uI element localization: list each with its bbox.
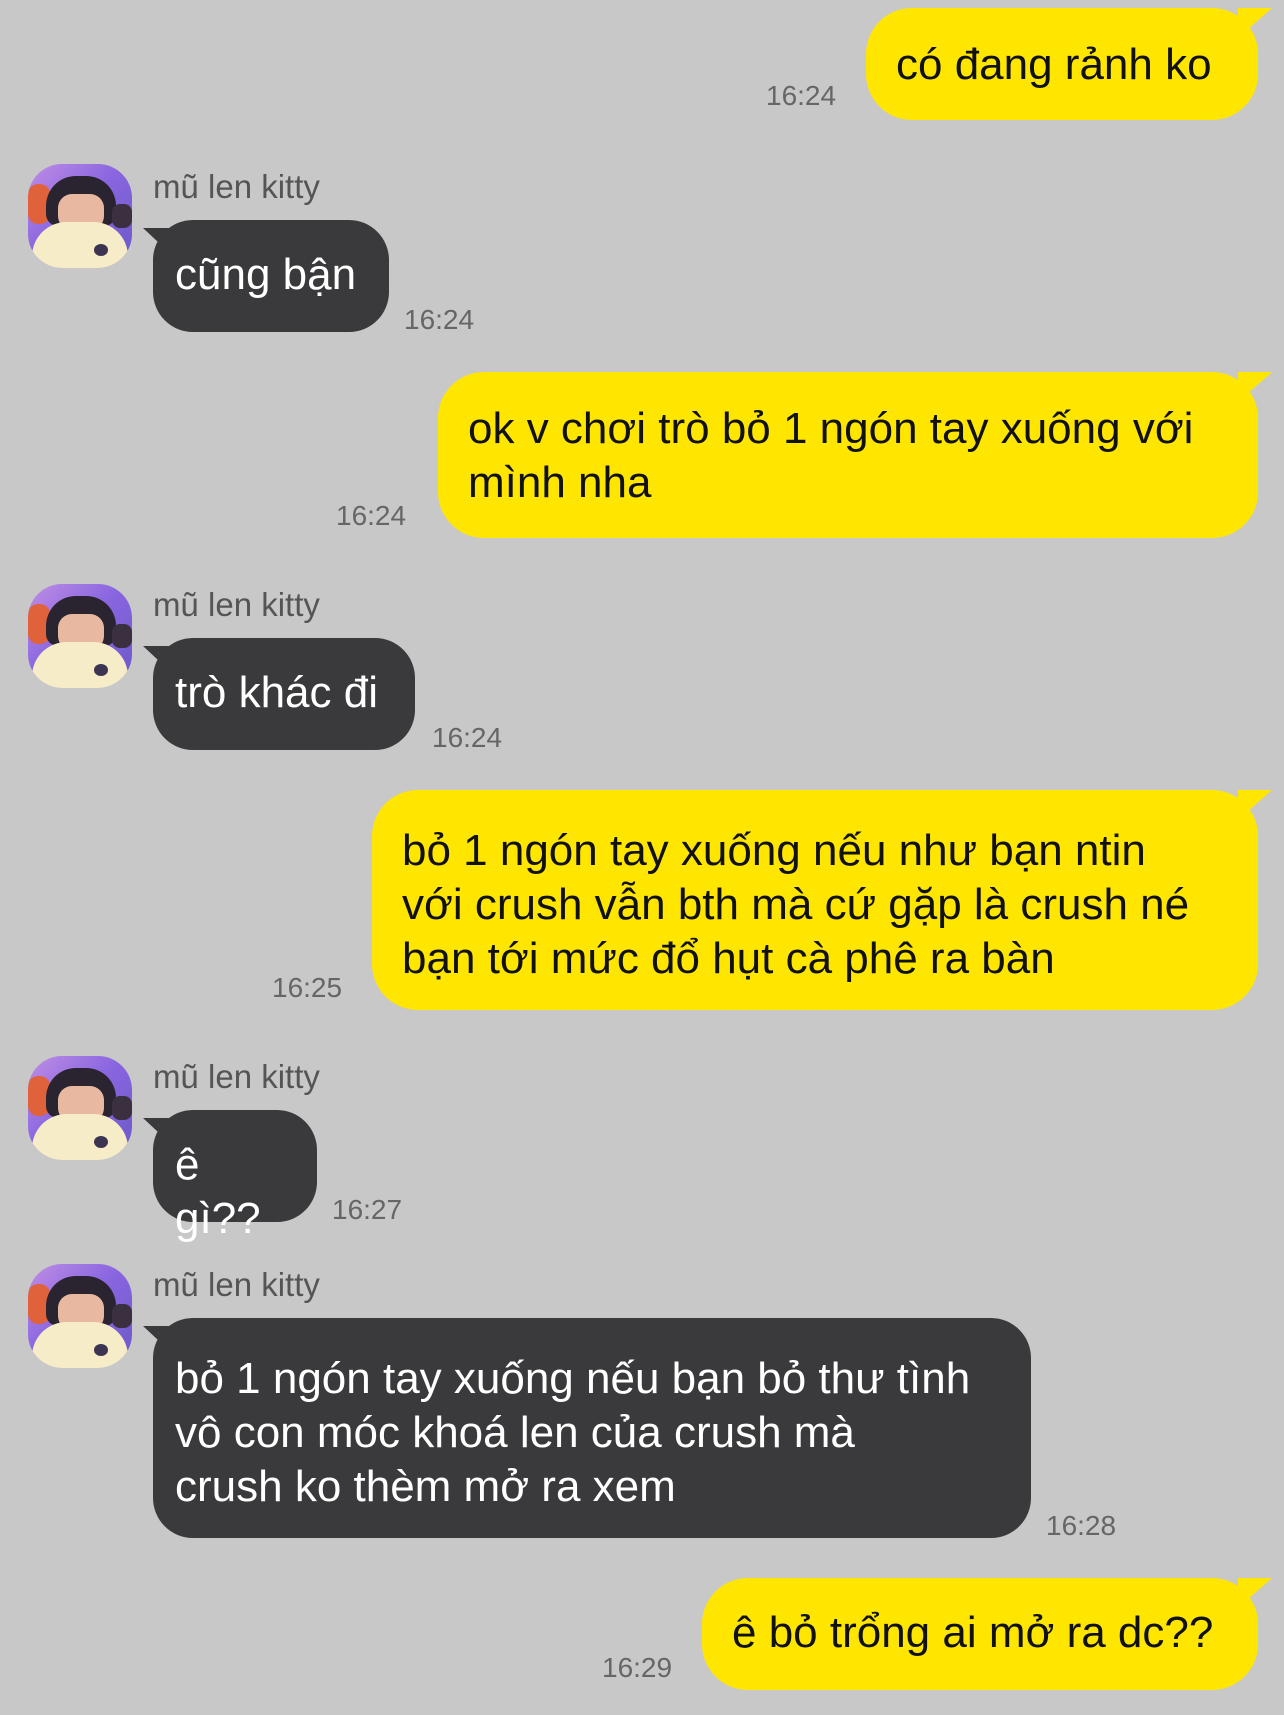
message-line: crush ko thèm mở ra xem	[175, 1462, 676, 1511]
outgoing-message-bubble[interactable]: bỏ 1 ngón tay xuống nếu như bạn ntin với…	[372, 790, 1258, 1010]
message-text: trò khác đi	[175, 668, 378, 717]
sender-name: mũ len kitty	[153, 168, 320, 205]
incoming-message-bubble[interactable]: cũng bận	[143, 220, 389, 332]
message-line: mình nha	[468, 458, 652, 507]
message-text: ê bỏ trổng ai mở ra dc??	[732, 1608, 1214, 1657]
outgoing-message-bubble[interactable]: ê bỏ trổng ai mở ra dc??	[702, 1578, 1258, 1690]
contact-avatar[interactable]	[28, 164, 132, 268]
message-line: bỏ 1 ngón tay xuống nếu như bạn ntin	[402, 826, 1146, 875]
message-text: cũng bận	[175, 250, 357, 299]
message-line: bạn tới mức đổ hụt cà phê ra bàn	[402, 934, 1055, 983]
sender-name: mũ len kitty	[153, 1266, 320, 1303]
message-line: vô con móc khoá len của crush mà	[175, 1408, 855, 1457]
sender-name: mũ len kitty	[153, 1058, 320, 1095]
sender-name: mũ len kitty	[153, 586, 320, 623]
outgoing-message-bubble[interactable]: có đang rảnh ko	[866, 8, 1258, 120]
message-timestamp: 16:24	[432, 722, 503, 753]
contact-avatar[interactable]	[28, 1264, 132, 1368]
message-timestamp: 16:29	[602, 1652, 673, 1683]
message-timestamp: 16:24	[404, 304, 475, 335]
message-timestamp: 16:28	[1046, 1510, 1117, 1541]
message-line: ok v chơi trò bỏ 1 ngón tay xuống với	[468, 404, 1194, 453]
contact-avatar[interactable]	[28, 584, 132, 688]
incoming-message-bubble[interactable]: trò khác đi	[143, 638, 415, 750]
incoming-message-bubble[interactable]: ê gì??	[143, 1110, 317, 1243]
message-timestamp: 16:24	[766, 80, 837, 111]
message-text: ê gì??	[175, 1140, 261, 1243]
incoming-message-bubble[interactable]: bỏ 1 ngón tay xuống nếu bạn bỏ thư tình …	[143, 1318, 1031, 1538]
message-timestamp: 16:24	[336, 500, 407, 531]
message-timestamp: 16:25	[272, 972, 343, 1003]
message-timestamp: 16:27	[332, 1194, 403, 1225]
message-line: bỏ 1 ngón tay xuống nếu bạn bỏ thư tình	[175, 1354, 971, 1403]
contact-avatar[interactable]	[28, 1056, 132, 1160]
message-line: với crush vẫn bth mà cứ gặp là crush né	[402, 880, 1190, 929]
outgoing-message-bubble[interactable]: ok v chơi trò bỏ 1 ngón tay xuống với mì…	[438, 372, 1258, 538]
message-text: có đang rảnh ko	[896, 40, 1212, 89]
